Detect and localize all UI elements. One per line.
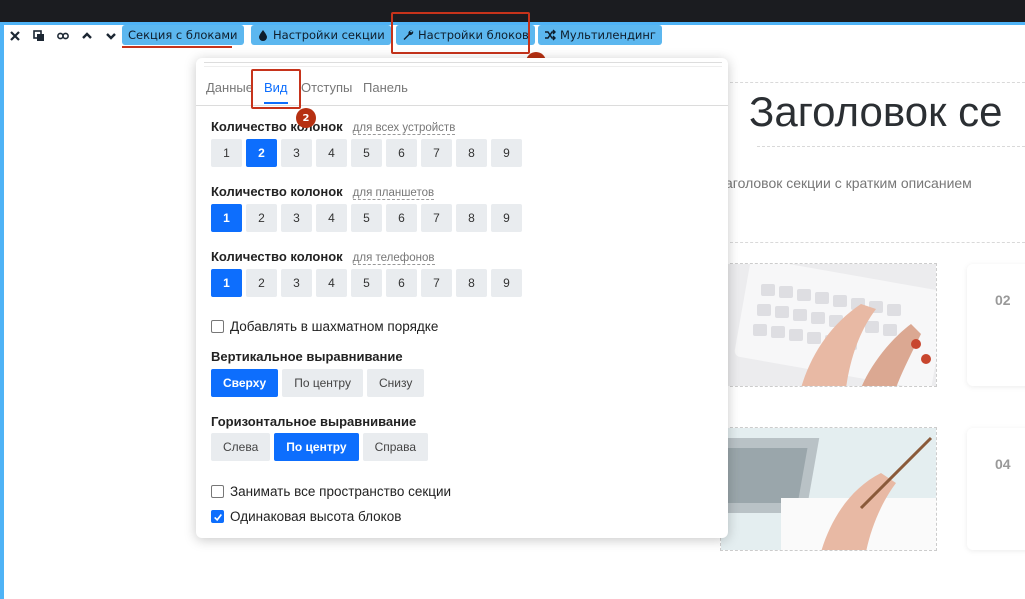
page-subtitle: аголовок секции с кратким описанием [725,175,972,191]
column-option-6[interactable]: 6 [386,204,417,232]
tab-data[interactable]: Данные [206,80,253,95]
section-settings-button[interactable]: Настройки секции [251,25,391,45]
annotation-box-block-settings [391,12,530,54]
section-settings-label: Настройки секции [273,28,385,42]
vertical-align-option-3[interactable]: Снизу [366,369,425,397]
column-option-3[interactable]: 3 [281,204,312,232]
equal-height-label: Одинаковая высота блоков [230,509,402,524]
column-option-4[interactable]: 4 [316,204,347,232]
vertical-align-option-1[interactable]: Сверху [211,369,279,397]
column-option-9[interactable]: 9 [491,139,522,167]
page-headline: Заголовок се [749,88,1003,135]
panel-top-rule [204,62,722,63]
annotation-badge-2: 2 [296,108,316,128]
horizontal-align-title: Горизонтальное выравнивание [211,414,416,429]
card-number: 04 [995,456,1011,472]
vertical-align-option-2[interactable]: По центру [282,369,363,397]
column-option-6[interactable]: 6 [386,139,417,167]
laptop-writing-photo [720,427,937,551]
column-option-7[interactable]: 7 [421,139,452,167]
annotation-box-view-tab [251,69,301,109]
fill-label: Занимать все пространство секции [230,484,452,499]
checker-checkbox[interactable] [211,320,224,333]
column-option-9[interactable]: 9 [491,269,522,297]
column-option-8[interactable]: 8 [456,269,487,297]
horizontal-align-control: Слева По центру Справа [211,433,429,461]
columns-all-heading: Количество колонок [211,119,343,134]
column-option-5[interactable]: 5 [351,204,382,232]
column-option-4[interactable]: 4 [316,269,347,297]
vertical-align-heading: Вертикальное выравнивание [211,349,403,364]
column-option-2[interactable]: 2 [246,139,277,167]
tab-padding[interactable]: Отступы [301,80,352,95]
column-option-9[interactable]: 9 [491,204,522,232]
columns-tablet-heading: Количество колонок [211,184,343,199]
block-settings-panel: Данные Вид Отступы Панель Количество кол… [196,58,728,538]
horizontal-align-heading: Горизонтальное выравнивание [211,414,417,429]
fill-checkbox[interactable] [211,485,224,498]
columns-phone-title: Количество колонок для телефонов [211,249,435,265]
drop-icon [259,30,267,41]
columns-tablet-hint[interactable]: для планшетов [352,187,435,200]
chevron-down-icon[interactable] [103,28,119,44]
horizontal-align-option-1[interactable]: Слева [211,433,271,461]
column-option-4[interactable]: 4 [316,139,347,167]
checker-label: Добавлять в шахматном порядке [230,319,439,334]
column-option-1[interactable]: 1 [211,139,242,167]
columns-phone-picker: 123456789 [211,269,522,297]
annotation-underline [122,46,232,48]
horizontal-align-option-2[interactable]: По центру [274,433,359,461]
columns-tablet-title: Количество колонок для планшетов [211,184,435,200]
tab-panel[interactable]: Панель [363,80,408,95]
chevron-up-icon[interactable] [79,28,95,44]
section-blocks-label: Секция с блоками [128,28,238,42]
equal-height-checkbox[interactable] [211,510,224,523]
section-blocks-button[interactable]: Секция с блоками [122,25,244,45]
shuffle-icon [545,29,556,41]
columns-phone-hint[interactable]: для телефонов [352,252,435,265]
section-frame-left [0,22,4,599]
divider [730,82,1025,83]
link-icon[interactable] [55,28,71,44]
horizontal-align-option-3[interactable]: Справа [362,433,429,461]
multilanding-button[interactable]: Мультилендинг [538,25,662,45]
column-option-7[interactable]: 7 [421,204,452,232]
column-option-8[interactable]: 8 [456,204,487,232]
vertical-align-title: Вертикальное выравнивание [211,349,403,364]
multilanding-label: Мультилендинг [560,28,656,42]
divider [730,242,1025,243]
card-number: 02 [995,292,1011,308]
columns-phone-heading: Количество колонок [211,249,343,264]
column-option-1[interactable]: 1 [211,204,242,232]
column-option-6[interactable]: 6 [386,269,417,297]
divider [757,146,1025,147]
copy-icon[interactable] [31,28,47,44]
column-option-5[interactable]: 5 [351,269,382,297]
columns-tablet-picker: 123456789 [211,204,522,232]
column-option-5[interactable]: 5 [351,139,382,167]
panel-top-rule [204,66,722,67]
vertical-align-control: Сверху По центру Снизу [211,369,425,397]
column-option-2[interactable]: 2 [246,269,277,297]
feature-card-04: 04 [967,428,1025,550]
column-option-3[interactable]: 3 [281,139,312,167]
columns-all-hint[interactable]: для всех устройств [352,122,456,135]
column-option-2[interactable]: 2 [246,204,277,232]
columns-all-title: Количество колонок для всех устройств [211,119,456,135]
column-option-7[interactable]: 7 [421,269,452,297]
checker-option[interactable]: Добавлять в шахматном порядке [211,319,438,334]
keyboard-photo [720,263,937,387]
columns-all-picker: 123456789 [211,139,522,167]
fill-option[interactable]: Занимать все пространство секции [211,484,451,499]
close-icon[interactable] [7,28,23,44]
equal-height-option[interactable]: Одинаковая высота блоков [211,509,401,524]
column-option-1[interactable]: 1 [211,269,242,297]
column-option-3[interactable]: 3 [281,269,312,297]
feature-card-02: 02 [967,264,1025,386]
column-option-8[interactable]: 8 [456,139,487,167]
